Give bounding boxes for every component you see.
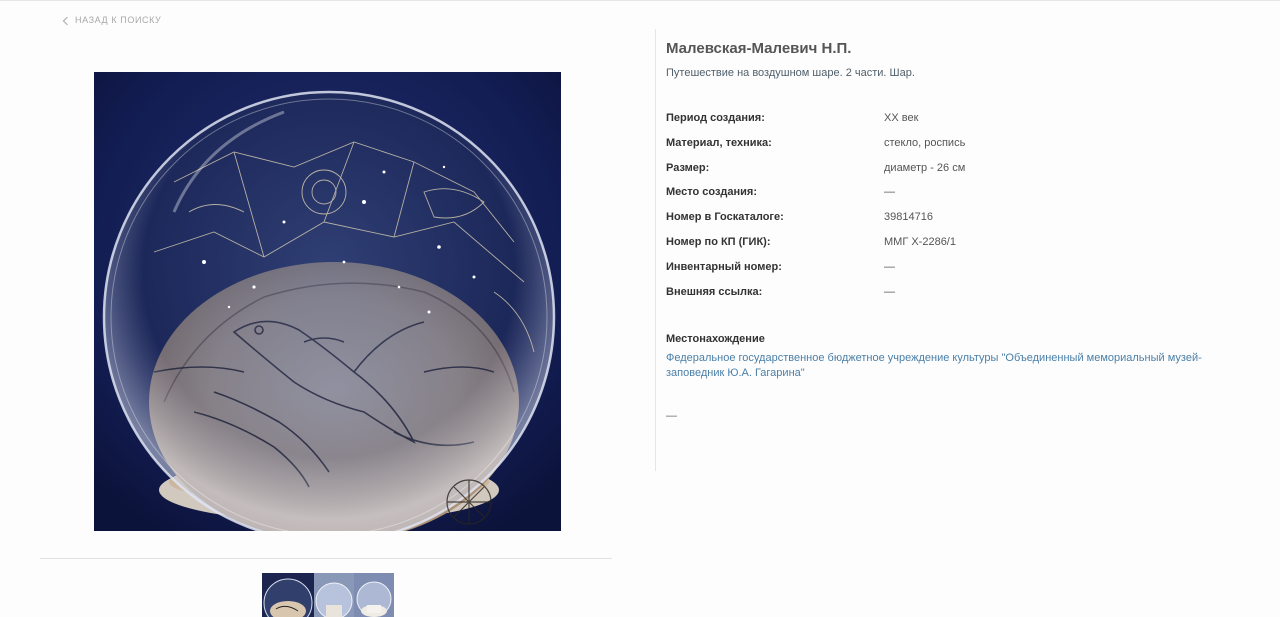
property-value: 39814716 <box>884 211 933 224</box>
location-heading: Местонахождение <box>666 333 765 346</box>
property-label: Период создания: <box>666 112 765 124</box>
property-value: ММГ Х-2286/1 <box>884 235 956 248</box>
object-author: Малевская-Малевич Н.П. <box>666 40 852 57</box>
property-row: Номер в Госкаталоге: 39814716 <box>666 210 1256 235</box>
object-title: Путешествие на воздушном шаре. 2 части. … <box>666 67 915 79</box>
property-row: Инвентарный номер: — <box>666 260 1256 285</box>
property-label: Материал, техника: <box>666 136 772 149</box>
column-divider <box>655 29 656 471</box>
location-extra: — <box>666 410 677 423</box>
property-row: Внешняя ссылка: — <box>666 285 1256 310</box>
chevron-left-icon <box>62 16 72 25</box>
main-photo[interactable] <box>94 72 561 531</box>
thumbnail-1[interactable] <box>262 573 314 617</box>
back-to-search-label: НАЗАД К ПОИСКУ <box>75 15 162 25</box>
back-to-search-link[interactable]: НАЗАД К ПОИСКУ <box>62 15 162 25</box>
property-label: Место создания: <box>666 186 758 199</box>
properties-list: Период создания: XX век Материал, техник… <box>666 111 1256 309</box>
location-link[interactable]: Федеральное государственное бюджетное уч… <box>666 351 1256 381</box>
property-value: — <box>884 186 895 199</box>
property-label: Номер по КП (ГИК): <box>666 235 771 248</box>
property-value: XX век <box>884 112 919 124</box>
property-row: Номер по КП (ГИК): ММГ Х-2286/1 <box>666 235 1256 260</box>
property-row: Материал, техника: стекло, роспись <box>666 136 1256 161</box>
property-label: Размер: <box>666 161 710 174</box>
property-value: диаметр - 26 см <box>884 161 966 174</box>
property-value: — <box>884 285 895 298</box>
property-value: стекло, роспись <box>884 136 966 149</box>
glass-sphere-photo <box>94 72 561 531</box>
gallery-divider <box>40 558 612 559</box>
property-row: Размер: диаметр - 26 см <box>666 161 1256 186</box>
object-info: Малевская-Малевич Н.П. Путешествие на во… <box>666 39 1256 422</box>
thumbnail-2[interactable] <box>314 573 354 617</box>
thumbnail-3[interactable] <box>354 573 394 617</box>
property-label: Номер в Госкаталоге: <box>666 211 784 224</box>
property-label: Внешняя ссылка: <box>666 285 763 298</box>
property-row: Место создания: — <box>666 185 1256 210</box>
property-value: — <box>884 260 895 273</box>
property-label: Инвентарный номер: <box>666 260 782 273</box>
property-row: Период создания: XX век <box>666 111 1256 136</box>
thumbnail-strip <box>262 573 394 617</box>
object-page: НАЗАД К ПОИСКУ Малевская-Малевич Н.П. Пу… <box>0 0 1280 617</box>
